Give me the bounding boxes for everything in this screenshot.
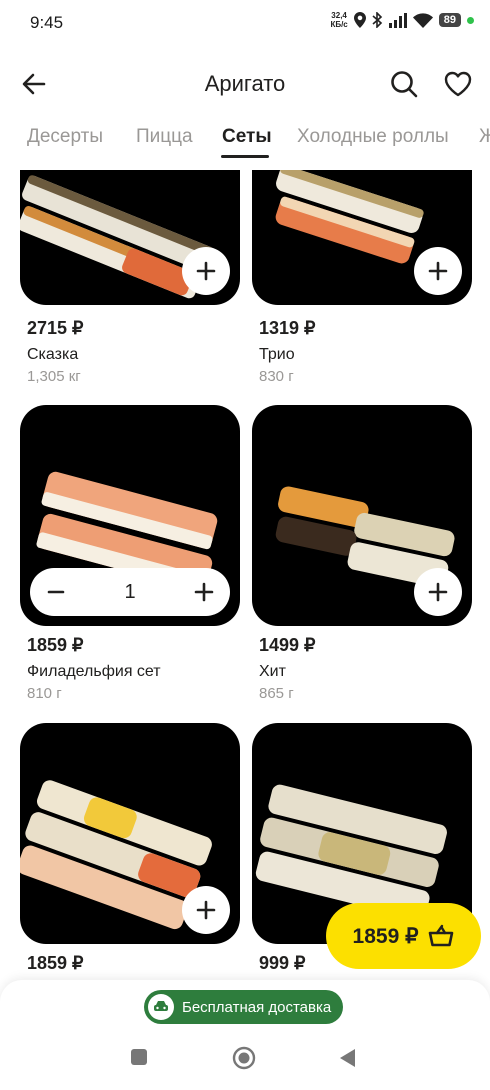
product-image[interactable]: 1 (20, 405, 240, 626)
tab-cold-rolls[interactable]: Холодные роллы (297, 126, 449, 148)
plus-icon (196, 261, 216, 281)
free-delivery-badge[interactable]: Бесплатная доставка (144, 990, 344, 1024)
category-tabs: Десерты Пицца Сеты Холодные роллы Ж (0, 118, 490, 168)
product-price: 1859 ₽ (27, 953, 84, 973)
add-to-cart-button[interactable] (182, 886, 230, 934)
product-weight: 810 г (27, 685, 62, 702)
cart-button[interactable]: 1859 ₽ (326, 903, 481, 969)
square-icon (131, 1049, 147, 1065)
network-speed-value: 32,4 (331, 11, 347, 20)
back-nav-button[interactable] (338, 1048, 356, 1073)
tab-desserts[interactable]: Десерты (27, 126, 103, 148)
product-price: 1499 ₽ (259, 635, 316, 655)
add-to-cart-button[interactable] (414, 247, 462, 295)
product-image[interactable] (252, 405, 472, 626)
plus-icon (194, 582, 214, 602)
tab-sets[interactable]: Сеты (222, 126, 272, 148)
product-price: 1859 ₽ (27, 635, 84, 655)
network-speed: 32,4 КБ/с (330, 11, 347, 29)
triangle-back-icon (340, 1049, 355, 1067)
status-time: 9:45 (30, 13, 64, 32)
product-price: 1319 ₽ (259, 318, 316, 338)
privacy-dot-icon (467, 16, 474, 24)
minus-icon (47, 590, 65, 594)
product-name: Хит (259, 663, 286, 680)
quantity-stepper: 1 (30, 568, 230, 616)
add-to-cart-button[interactable] (182, 247, 230, 295)
battery-indicator: 89 (438, 13, 461, 27)
decrease-quantity-button[interactable] (44, 580, 68, 604)
home-button[interactable] (232, 1046, 256, 1075)
product-grid: 2715 ₽ Сказка 1,305 кг 1319 ₽ Трио 830 г (0, 170, 490, 980)
system-navigation-bar (0, 1040, 490, 1080)
product-name: Сказка (27, 346, 79, 363)
free-delivery-label: Бесплатная доставка (182, 998, 332, 1016)
increase-quantity-button[interactable] (192, 580, 216, 604)
bottom-panel: Бесплатная доставка (0, 980, 490, 1090)
product-image[interactable] (20, 170, 240, 305)
wifi-icon (412, 12, 433, 28)
app-header: Аригато (0, 56, 490, 112)
product-price: 2715 ₽ (27, 318, 84, 338)
favorite-button[interactable] (442, 68, 474, 100)
product-price: 999 ₽ (259, 953, 306, 973)
tab-pizza[interactable]: Пицца (136, 126, 193, 148)
heart-icon (444, 71, 472, 97)
plus-icon (428, 582, 448, 602)
product-name: Филадельфия сет (27, 663, 161, 680)
basket-icon (429, 924, 454, 947)
product-weight: 830 г (259, 368, 294, 385)
recent-apps-button[interactable] (130, 1048, 148, 1071)
circle-icon (232, 1046, 256, 1070)
signal-icon (388, 12, 407, 28)
product-image[interactable] (252, 170, 472, 305)
active-tab-indicator (221, 155, 269, 158)
product-weight: 865 г (259, 685, 294, 702)
product-weight: 1,305 кг (27, 368, 81, 385)
bluetooth-icon (372, 12, 382, 28)
delivery-car-icon (148, 994, 174, 1020)
product-image[interactable] (20, 723, 240, 944)
network-speed-unit: КБ/с (330, 20, 348, 29)
cart-total: 1859 ₽ (352, 924, 419, 948)
plus-icon (428, 261, 448, 281)
location-icon (353, 12, 366, 28)
plus-icon (196, 900, 216, 920)
search-button[interactable] (388, 68, 420, 100)
search-icon (391, 71, 418, 98)
add-to-cart-button[interactable] (414, 568, 462, 616)
tab-next[interactable]: Ж (479, 126, 490, 148)
status-icons: 32,4 КБ/с 89 (330, 11, 474, 29)
status-bar: 9:45 32,4 КБ/с 89 (0, 0, 490, 48)
quantity-value: 1 (124, 580, 136, 603)
product-name: Трио (259, 346, 295, 363)
